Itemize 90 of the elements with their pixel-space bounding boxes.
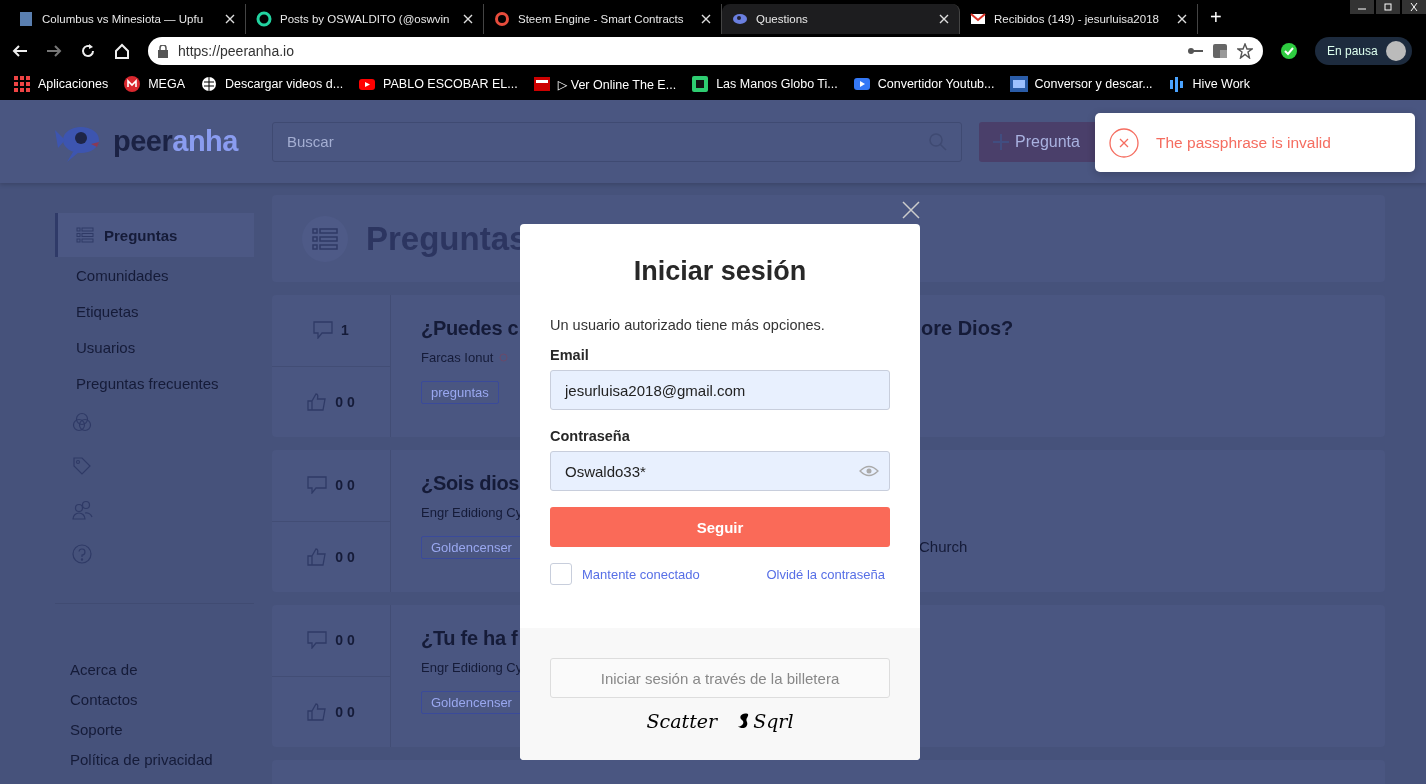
bookmark[interactable]: PABLO ESCOBAR EL... — [359, 76, 518, 92]
author-name[interactable]: Farcas Ionut — [421, 350, 494, 365]
fish-icon — [732, 11, 748, 27]
bookmark[interactable]: Hive Work — [1168, 76, 1250, 92]
wallet-logo[interactable]: Scatter — [646, 710, 718, 732]
tab-title: Steem Engine - Smart Contracts — [518, 13, 685, 25]
browser-tab[interactable]: Questions — [722, 4, 960, 34]
restore-icon[interactable] — [1376, 0, 1400, 14]
wallet-login-button[interactable]: Iniciar sesión a través de la billetera — [550, 658, 890, 698]
bookmark[interactable]: Convertidor Youtub... — [853, 76, 995, 92]
question-title[interactable]: ¿Sois dios — [421, 472, 520, 495]
wallet-logo[interactable]: Sqrl — [737, 710, 794, 732]
apps-icon — [14, 76, 32, 92]
ring-icon — [256, 11, 272, 27]
like-count: 0 0 — [335, 548, 355, 565]
bookmark[interactable]: Las Manos Globo Ti... — [692, 76, 838, 92]
remember-me-link[interactable]: Mantente conectado — [582, 566, 700, 582]
circle-icon — [124, 76, 143, 92]
bookmark[interactable]: Descargar videos d... — [201, 76, 344, 92]
ask-question-button[interactable]: Pregunta — [979, 121, 1098, 162]
tab-title: Posts by OSWALDITO (@oswvin — [280, 13, 451, 25]
new-tab-button[interactable]: + — [1210, 5, 1222, 29]
mail-icon — [970, 11, 986, 27]
key-icon[interactable] — [1187, 46, 1203, 56]
error-message: The passphrase is invalid — [1156, 133, 1331, 152]
question-title[interactable]: ¿Puedes c — [421, 317, 519, 340]
logo-text: peeranha — [113, 125, 238, 158]
answer-count: 0 0 — [335, 477, 355, 494]
play-icon — [359, 76, 378, 92]
globe-icon — [201, 76, 219, 92]
field-label: Email — [550, 347, 590, 363]
avatar-icon — [1385, 41, 1406, 61]
bookmark[interactable]: MEGA — [124, 76, 185, 92]
tv-icon — [533, 76, 552, 92]
question-title[interactable]: ore Dios? — [919, 317, 1385, 340]
coin-icon — [494, 11, 510, 27]
close-icon[interactable] — [225, 14, 235, 24]
tab-title: Columbus vs Minesiota — Upfu — [42, 13, 205, 25]
bookmark[interactable]: Aplicaciones — [14, 76, 109, 92]
star-icon[interactable] — [1237, 43, 1253, 59]
play-icon — [853, 76, 872, 92]
error-icon — [1109, 127, 1139, 158]
thumbs-up-icon — [307, 702, 328, 721]
bookmark[interactable]: ▷ Ver Online The E... — [533, 76, 677, 92]
dialog-title: Iniciar sesión — [632, 256, 808, 287]
answer-count: 1 — [341, 322, 349, 339]
thumbs-up-icon — [307, 547, 328, 566]
check-icon[interactable] — [1281, 43, 1297, 59]
square-icon — [692, 76, 711, 92]
page-icon — [18, 11, 34, 27]
home-icon[interactable] — [114, 43, 130, 59]
back-icon[interactable] — [12, 43, 28, 59]
tab-title: Recibidos (149) - jesurluisa2018 — [994, 13, 1160, 25]
list-icon — [76, 227, 94, 243]
lock-icon — [158, 44, 168, 58]
forward-icon[interactable] — [46, 43, 62, 59]
like-count: 0 0 — [335, 703, 355, 720]
close-icon[interactable] — [701, 14, 711, 24]
close-icon[interactable] — [463, 14, 473, 24]
question-title[interactable]: ¿Tu fe ha f — [421, 627, 518, 650]
list-icon — [312, 227, 338, 250]
answer-count: 0 0 — [335, 632, 355, 649]
comment-icon — [307, 476, 328, 495]
bookmark[interactable]: Conversor y descar... — [1010, 76, 1153, 92]
comment-icon — [307, 631, 328, 650]
address-bar[interactable]: https://peeranha.io — [148, 37, 1263, 65]
profile-button[interactable]: En pausa — [1315, 37, 1412, 65]
checkbox[interactable] — [550, 563, 572, 585]
password-field[interactable]: Oswaldo33* — [550, 451, 890, 491]
close-icon[interactable] — [1402, 0, 1426, 14]
search-field[interactable]: Buscar — [272, 121, 962, 162]
minimize-icon[interactable] — [1350, 0, 1374, 14]
close-icon[interactable] — [939, 14, 949, 24]
forgot-password-link[interactable]: Olvidé la contraseña — [766, 566, 885, 582]
circle-icon — [499, 353, 509, 362]
like-count: 0 0 — [335, 393, 355, 410]
screen-icon — [1010, 76, 1029, 92]
close-icon[interactable] — [1177, 14, 1187, 24]
thumbs-up-icon — [307, 392, 328, 411]
description-text: Un usuario autorizado tiene más opciones. — [550, 317, 826, 333]
tag[interactable]: preguntas — [421, 381, 499, 404]
url-text: https://peeranha.io — [178, 43, 295, 59]
field-label: Contraseña — [550, 428, 631, 444]
email-field[interactable]: jesurluisa2018@gmail.com — [550, 370, 890, 410]
continue-button[interactable]: Seguir — [550, 507, 890, 547]
reload-icon[interactable] — [80, 43, 96, 59]
comment-icon — [313, 321, 334, 340]
sidebar-item[interactable]: Preguntas — [55, 213, 254, 257]
community-name: Church — [919, 538, 969, 557]
tab-title: Questions — [756, 13, 809, 25]
